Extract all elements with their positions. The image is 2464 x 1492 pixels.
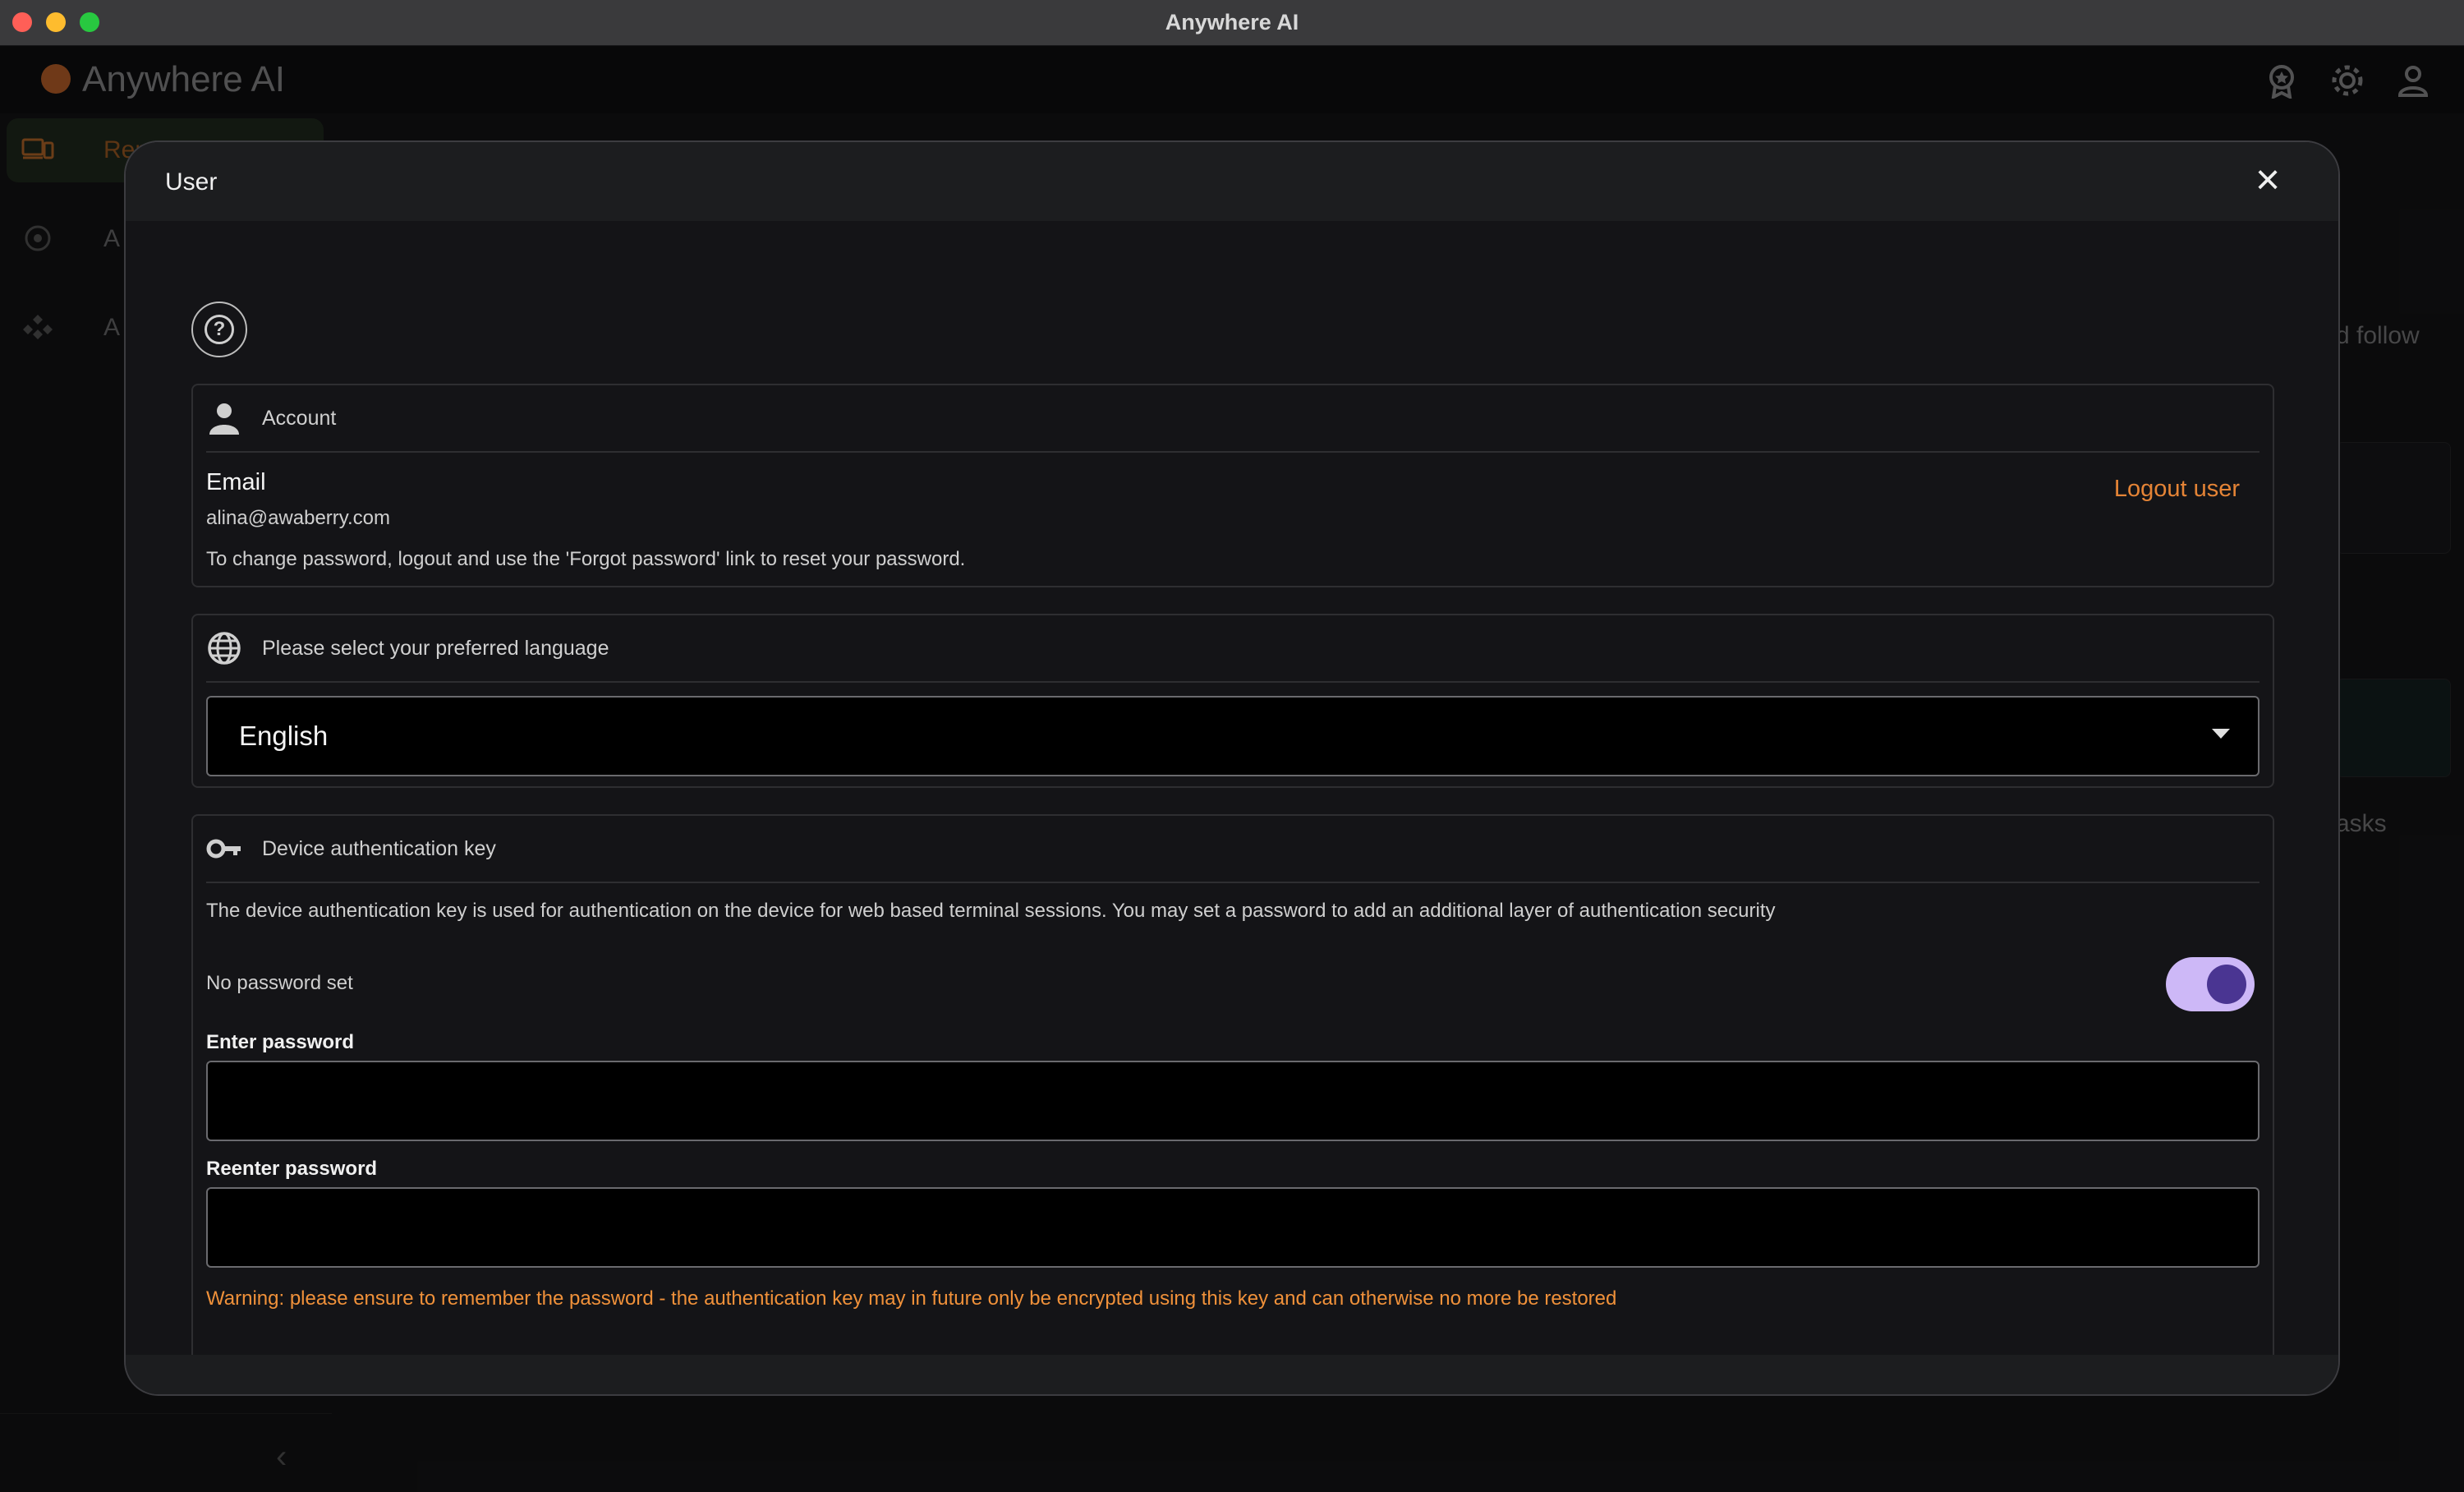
logout-button[interactable]: Logout user	[2114, 476, 2240, 503]
dialog-title: User	[165, 168, 218, 196]
enter-password-input[interactable]	[206, 1061, 2259, 1141]
dialog-footer	[126, 1355, 2338, 1394]
enter-password-label: Enter password	[206, 1031, 355, 1053]
account-section: Account Email alina@awaberry.com To chan…	[191, 384, 2274, 587]
dropdown-arrow-icon	[2212, 729, 2230, 739]
email-label: Email	[206, 469, 266, 495]
person-icon	[206, 400, 242, 436]
reenter-password-label: Reenter password	[206, 1158, 378, 1180]
password-warning: Warning: please ensure to remember the p…	[206, 1287, 1617, 1310]
section-title: Device authentication key	[262, 837, 496, 860]
reenter-password-input[interactable]	[206, 1187, 2259, 1268]
help-button[interactable]: ?	[191, 302, 247, 357]
close-icon[interactable]: ×	[2248, 159, 2287, 201]
password-change-note: To change password, logout and use the '…	[206, 548, 966, 570]
help-icon: ?	[205, 315, 234, 344]
section-title: Please select your preferred language	[262, 637, 609, 660]
section-header: Please select your preferred language	[206, 615, 2259, 683]
globe-icon	[206, 630, 242, 666]
email-value: alina@awaberry.com	[206, 507, 391, 529]
device-key-section: Device authentication key The device aut…	[191, 814, 2274, 1356]
window-titlebar: Anywhere AI	[0, 0, 2464, 46]
device-key-description: The device authentication key is used fo…	[206, 900, 1776, 922]
section-header: Account	[206, 385, 2259, 453]
password-status: No password set	[206, 972, 353, 994]
language-select-value: English	[239, 721, 329, 751]
dialog-header: User ×	[126, 142, 2338, 221]
section-title: Account	[262, 407, 337, 430]
window-title: Anywhere AI	[1165, 10, 1299, 35]
password-toggle[interactable]	[2166, 957, 2255, 1011]
user-dialog: User × ? Account Email alina@awaberry.co…	[124, 140, 2340, 1396]
toggle-knob	[2207, 965, 2246, 1004]
language-select[interactable]: English	[206, 696, 2259, 776]
section-header: Device authentication key	[206, 816, 2259, 883]
language-section: Please select your preferred language En…	[191, 614, 2274, 788]
key-icon	[206, 831, 242, 867]
